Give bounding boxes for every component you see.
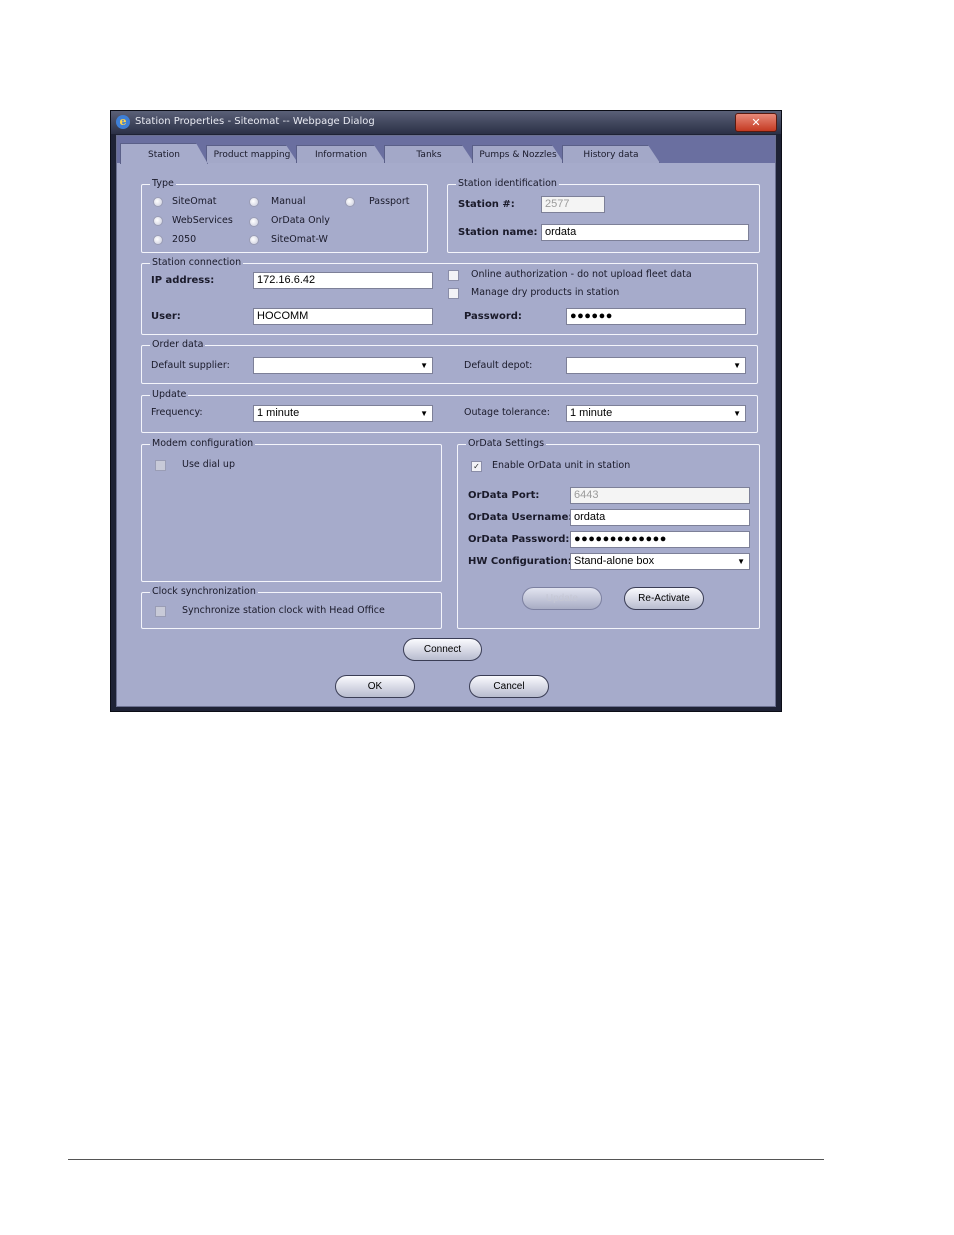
hw-configuration-select[interactable]: Stand-alone box ▼ xyxy=(570,553,750,570)
frequency-value: 1 minute xyxy=(257,407,300,419)
tab-pumps-nozzles[interactable]: Pumps & Nozzles xyxy=(472,145,564,163)
radio-webservices-label: WebServices xyxy=(172,215,233,226)
close-button[interactable]: ✕ xyxy=(735,113,777,132)
window-title: Station Properties - Siteomat -- Webpage… xyxy=(135,116,375,127)
dropdown-arrow-icon: ▼ xyxy=(737,557,745,566)
radio-siteomat-w-label: SiteOmat-W xyxy=(271,234,328,245)
radio-2050[interactable] xyxy=(153,235,163,245)
online-authorization-label: Online authorization - do not upload fle… xyxy=(471,269,692,280)
online-authorization-checkbox[interactable] xyxy=(448,270,459,281)
frequency-select[interactable]: 1 minute ▼ xyxy=(253,405,433,422)
station-identification-legend: Station identification xyxy=(456,178,559,190)
default-depot-label: Default depot: xyxy=(464,360,533,371)
enable-ordata-checkbox[interactable]: ✓ xyxy=(471,461,482,472)
ie-app-icon: e xyxy=(116,115,130,129)
station-number-field[interactable]: 2577 xyxy=(541,196,605,213)
page-footer-rule xyxy=(68,1159,824,1160)
radio-passport[interactable] xyxy=(345,197,355,207)
ordata-update-button[interactable]: Update xyxy=(522,587,602,610)
manage-dry-products-label: Manage dry products in station xyxy=(471,287,620,298)
tab-station[interactable]: Station xyxy=(120,143,208,164)
sync-clock-label: Synchronize station clock with Head Offi… xyxy=(182,605,385,616)
tab-information[interactable]: Information xyxy=(296,145,386,163)
dropdown-arrow-icon: ▼ xyxy=(733,361,741,370)
tab-product-mapping[interactable]: Product mapping xyxy=(206,145,298,163)
user-field[interactable]: HOCOMM xyxy=(253,308,433,325)
enable-ordata-label: Enable OrData unit in station xyxy=(492,460,631,471)
user-label: User: xyxy=(151,311,181,322)
radio-siteomat-w[interactable] xyxy=(249,235,259,245)
sync-clock-checkbox[interactable] xyxy=(155,606,166,617)
outage-tolerance-value: 1 minute xyxy=(570,407,613,419)
default-depot-select[interactable]: ▼ xyxy=(566,357,746,374)
manage-dry-products-checkbox[interactable] xyxy=(448,288,459,299)
tab-tanks[interactable]: Tanks xyxy=(384,145,474,163)
ordata-password-field[interactable]: ●●●●●●●●●●●●● xyxy=(570,531,750,548)
radio-webservices[interactable] xyxy=(153,216,163,226)
password-label: Password: xyxy=(464,311,522,322)
order-data-legend: Order data xyxy=(150,339,206,351)
dropdown-arrow-icon: ▼ xyxy=(420,361,428,370)
radio-manual-label: Manual xyxy=(271,196,306,207)
default-supplier-label: Default supplier: xyxy=(151,360,230,371)
outage-tolerance-select[interactable]: 1 minute ▼ xyxy=(566,405,746,422)
ordata-port-label: OrData Port: xyxy=(468,490,540,501)
frequency-label: Frequency: xyxy=(151,407,203,418)
ok-button[interactable]: OK xyxy=(335,675,415,698)
ip-address-label: IP address: xyxy=(151,275,215,286)
ordata-port-field[interactable]: 6443 xyxy=(570,487,750,504)
dropdown-arrow-icon: ▼ xyxy=(733,409,741,418)
password-field[interactable]: ●●●●●● xyxy=(566,308,746,325)
dropdown-arrow-icon: ▼ xyxy=(420,409,428,418)
radio-siteomat[interactable] xyxy=(153,197,163,207)
radio-ordata-only-label: OrData Only xyxy=(271,215,330,226)
cancel-button[interactable]: Cancel xyxy=(469,675,549,698)
radio-ordata-only[interactable] xyxy=(249,217,259,227)
radio-manual[interactable] xyxy=(249,197,259,207)
station-connection-legend: Station connection xyxy=(150,257,244,269)
connect-button[interactable]: Connect xyxy=(403,638,482,661)
outage-tolerance-label: Outage tolerance: xyxy=(464,407,550,418)
ordata-password-label: OrData Password: xyxy=(468,534,570,545)
use-dial-up-label: Use dial up xyxy=(182,459,235,470)
title-bar[interactable]: e Station Properties - Siteomat -- Webpa… xyxy=(111,111,781,134)
default-supplier-select[interactable]: ▼ xyxy=(253,357,433,374)
reactivate-button[interactable]: Re-Activate xyxy=(624,587,704,610)
ip-address-field[interactable]: 172.16.6.42 xyxy=(253,272,433,289)
hw-configuration-label: HW Configuration: xyxy=(468,556,572,567)
dialog-body: Station Product mapping Information Tank… xyxy=(116,135,776,707)
station-number-label: Station #: xyxy=(458,199,515,210)
radio-2050-label: 2050 xyxy=(172,234,197,245)
use-dial-up-checkbox[interactable] xyxy=(155,460,166,471)
radio-passport-label: Passport xyxy=(369,196,410,207)
hw-configuration-value: Stand-alone box xyxy=(574,555,655,567)
station-name-field[interactable]: ordata xyxy=(541,224,749,241)
radio-siteomat-label: SiteOmat xyxy=(172,196,217,207)
ordata-settings-legend: OrData Settings xyxy=(466,438,547,450)
modem-configuration-legend: Modem configuration xyxy=(150,438,256,450)
clock-synchronization-legend: Clock synchronization xyxy=(150,586,258,598)
tab-history-data[interactable]: History data xyxy=(562,145,660,163)
type-legend: Type xyxy=(150,178,176,190)
station-properties-dialog: e Station Properties - Siteomat -- Webpa… xyxy=(110,110,782,712)
ordata-username-field[interactable]: ordata xyxy=(570,509,750,526)
update-legend: Update xyxy=(150,389,189,401)
ordata-username-label: OrData Username: xyxy=(468,512,573,523)
tab-strip: Station Product mapping Information Tank… xyxy=(117,136,775,163)
station-name-label: Station name: xyxy=(458,227,538,238)
station-identification-group: Station identification xyxy=(447,178,760,253)
